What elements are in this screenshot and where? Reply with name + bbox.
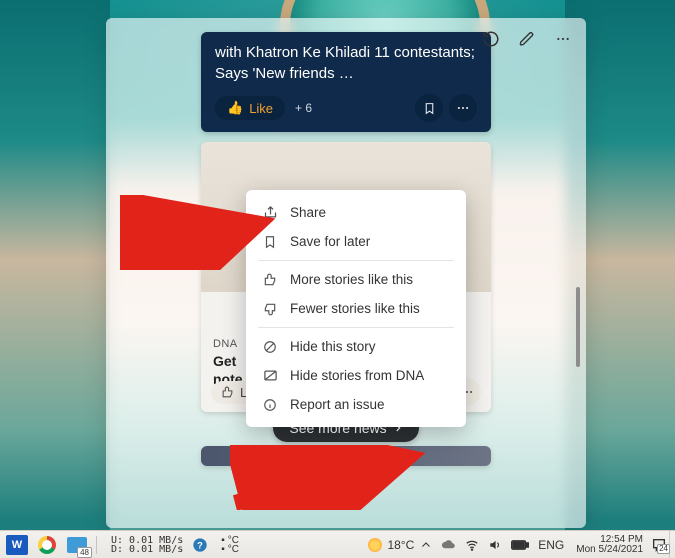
panel-scrollbar[interactable] [576,52,580,516]
menu-label: Share [290,205,326,220]
notification-count: 24 [657,544,670,554]
news-card-primary[interactable]: with Khatron Ke Khiladi 11 contestants; … [201,32,491,132]
menu-label: Hide stories from DNA [290,368,424,383]
battery-icon [511,539,529,551]
menu-report-issue[interactable]: Report an issue [246,390,466,419]
clock-time: 12:54 PM [600,535,643,545]
refresh-icon [482,30,500,48]
sun-icon [368,538,382,552]
card1-save-button[interactable] [415,94,443,122]
like-label: Like [249,101,273,116]
menu-label: Fewer stories like this [290,301,420,316]
scrollbar-thumb[interactable] [576,287,580,367]
menu-label: Hide this story [290,339,376,354]
menu-label: More stories like this [290,272,413,287]
card1-headline: with Khatron Ke Khiladi 11 contestants; … [215,42,477,84]
menu-separator [258,327,454,328]
tray-volume[interactable] [488,538,502,552]
weather-temp: 18°C [387,538,414,552]
taskbar-word[interactable]: W [4,534,30,556]
speaker-icon [488,538,502,552]
tray-network[interactable] [465,538,479,552]
info-icon [262,398,278,412]
explorer-badge: 48 [77,547,92,558]
wallpaper-left-strip [0,0,110,530]
menu-separator [258,260,454,261]
edit-button[interactable] [516,28,538,50]
help-icon[interactable]: ? [187,534,213,556]
more-horizontal-icon [555,31,571,47]
word-icon: W [6,535,28,555]
tray-language[interactable]: ENG [538,538,564,552]
annotation-arrow-bottom [230,445,430,510]
taskbar-chrome[interactable] [34,534,60,556]
svg-text:?: ? [197,540,203,550]
thumbs-down-outline-icon [262,302,278,316]
system-tray: ENG [414,537,570,552]
bookmark-icon [423,102,436,115]
tray-onedrive[interactable] [441,537,456,552]
tray-battery[interactable] [511,539,529,551]
menu-label: Save for later [290,234,370,249]
more-horizontal-icon [456,101,470,115]
wifi-icon [465,538,479,552]
menu-fewer-like-this[interactable]: Fewer stories like this [246,294,466,323]
taskbar-explorer[interactable]: 48 [64,534,90,556]
weather-widget[interactable]: 18°C [368,538,414,552]
hide-publisher-icon [262,368,278,383]
taskbar-clock[interactable]: 12:54 PM Mon 5/24/2021 [570,535,649,555]
refresh-button[interactable] [480,28,502,50]
taskbar-separator [96,536,97,554]
chrome-icon [38,536,56,554]
menu-hide-publisher[interactable]: Hide stories from DNA [246,361,466,390]
action-center-button[interactable]: 24 [649,537,669,553]
menu-label: Report an issue [290,397,385,412]
block-icon [262,340,278,354]
clock-date: Mon 5/24/2021 [576,545,643,555]
question-circle-icon: ? [192,537,208,553]
thumbs-up-icon: 👍 [227,100,243,116]
cloud-icon [441,537,456,552]
hw-temps-widget[interactable]: ▪°C ▪°C [221,536,239,554]
card1-like-button[interactable]: 👍 Like [215,96,285,120]
network-speed-widget[interactable]: U:D: 0.01 MB/s0.01 MB/s [111,536,183,554]
menu-hide-story[interactable]: Hide this story [246,332,466,361]
thumbs-up-outline-icon [221,386,234,399]
card2-publisher: DNA [213,338,237,350]
windows-taskbar: W 48 U:D: 0.01 MB/s0.01 MB/s ? ▪°C ▪°C 1… [0,530,675,558]
tray-chevron-up[interactable] [420,539,432,551]
panel-more-button[interactable] [552,28,574,50]
thumbs-up-outline-icon [262,273,278,287]
card1-more-button[interactable] [449,94,477,122]
card1-reaction-count: + 6 [295,101,409,115]
annotation-arrow-top [120,195,280,270]
pencil-icon [519,31,535,47]
chevron-up-icon [420,539,432,551]
